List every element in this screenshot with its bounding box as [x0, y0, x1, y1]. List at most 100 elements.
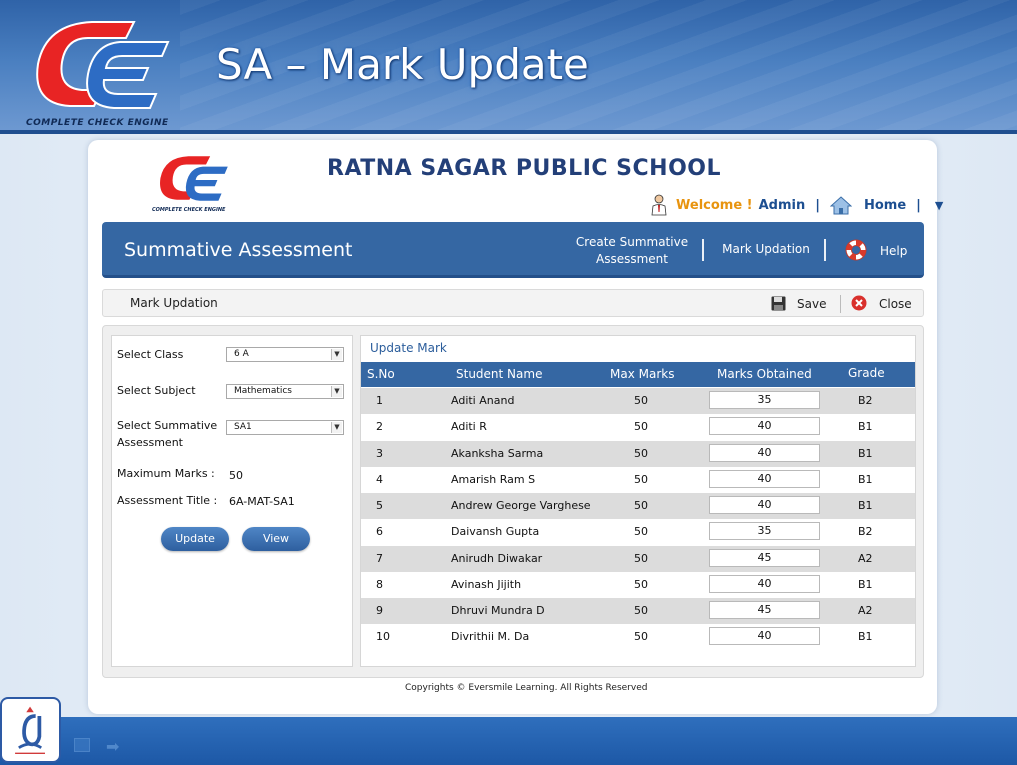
col-grade: Grade: [848, 366, 885, 380]
assessment-title-label: Assessment Title :: [117, 494, 218, 507]
save-button[interactable]: Save: [797, 297, 826, 311]
logo-caption: COMPLETE CHECK ENGINE: [26, 118, 169, 128]
table-row: 1 Aditi Anand 50 B2 35: [361, 388, 915, 414]
marks-obtained-input[interactable]: 45: [709, 601, 820, 619]
arrow-right-icon[interactable]: ➡: [106, 737, 119, 756]
marks-obtained-input[interactable]: 35: [709, 522, 820, 540]
save-icon[interactable]: [771, 296, 786, 311]
cell-grade: B1: [858, 447, 873, 460]
link-separator: |: [815, 197, 820, 213]
cell-sno: 1: [376, 394, 383, 407]
cell-grade: B1: [858, 473, 873, 486]
toolbar-divider: [840, 295, 841, 313]
cell-student-name: Aditi R: [451, 420, 487, 433]
cell-max-marks: 50: [634, 604, 648, 617]
nav-help[interactable]: Help: [880, 243, 907, 260]
slide-footer-bar: [0, 717, 1017, 765]
cell-student-name: Akanksha Sarma: [451, 447, 544, 460]
cell-student-name: Dhruvi Mundra D: [451, 604, 545, 617]
cell-max-marks: 50: [634, 394, 648, 407]
assessment-title-value: 6A-MAT-SA1: [229, 495, 295, 508]
select-sa-label-line2: Assessment: [117, 436, 183, 449]
cell-grade: A2: [858, 604, 873, 617]
marks-obtained-input[interactable]: 40: [709, 627, 820, 645]
marks-obtained-input[interactable]: 40: [709, 444, 820, 462]
user-icon: [651, 194, 667, 216]
nav-divider: [702, 239, 704, 261]
cell-sno: 10: [376, 630, 390, 643]
marks-obtained-input[interactable]: 35: [709, 391, 820, 409]
marks-obtained-input[interactable]: 45: [709, 549, 820, 567]
cell-max-marks: 50: [634, 630, 648, 643]
cell-sno: 6: [376, 525, 383, 538]
nav-mark-updation[interactable]: Mark Updation: [718, 241, 814, 258]
cell-max-marks: 50: [634, 420, 648, 433]
table-row: 10 Divrithii M. Da 50 B1 40: [361, 624, 915, 650]
close-icon[interactable]: [851, 295, 867, 311]
cell-max-marks: 50: [634, 447, 648, 460]
welcome-text: Welcome !: [676, 197, 753, 213]
select-summative-assessment-dropdown[interactable]: SA1 ▼: [226, 420, 344, 435]
home-icon[interactable]: [829, 195, 852, 215]
cell-max-marks: 50: [634, 578, 648, 591]
action-toolbar: Mark Updation Save Close: [102, 289, 924, 317]
marks-obtained-input[interactable]: 40: [709, 575, 820, 593]
home-link[interactable]: Home: [864, 198, 906, 213]
table-row: 7 Anirudh Diwakar 50 A2 45: [361, 546, 915, 572]
cell-student-name: Daivansh Gupta: [451, 525, 540, 538]
select-subject-dropdown[interactable]: Mathematics ▼: [226, 384, 344, 399]
panel-title: Update Mark: [370, 341, 447, 355]
cell-sno: 2: [376, 420, 383, 433]
cell-max-marks: 50: [634, 499, 648, 512]
user-name-link[interactable]: Admin: [759, 198, 806, 213]
nav-create-line1: Create Summative: [575, 235, 689, 249]
module-title: Summative Assessment: [124, 239, 353, 261]
cell-max-marks: 50: [634, 552, 648, 565]
toolbar-title: Mark Updation: [130, 296, 218, 310]
select-class-dropdown[interactable]: 6 A ▼: [226, 347, 344, 362]
cell-sno: 5: [376, 499, 383, 512]
marks-obtained-input[interactable]: 40: [709, 470, 820, 488]
table-row: 8 Avinash Jijith 50 B1 40: [361, 572, 915, 598]
cell-grade: B1: [858, 420, 873, 433]
cell-sno: 8: [376, 578, 383, 591]
table-row: 9 Dhruvi Mundra D 50 A2 45: [361, 598, 915, 624]
cell-sno: 9: [376, 604, 383, 617]
link-separator-2: |: [916, 197, 921, 213]
cell-grade: B1: [858, 578, 873, 591]
slide-nav-icon[interactable]: [74, 738, 90, 752]
chevron-down-icon: ▼: [331, 386, 342, 397]
lifebuoy-help-icon[interactable]: [844, 238, 868, 262]
cell-student-name: Andrew George Varghese: [451, 499, 591, 512]
cell-student-name: Aditi Anand: [451, 394, 515, 407]
user-links: Welcome ! Admin | Home | ▼: [650, 192, 943, 218]
update-button[interactable]: Update: [161, 527, 229, 551]
cell-grade: B1: [858, 630, 873, 643]
cell-grade: A2: [858, 552, 873, 565]
marks-obtained-input[interactable]: 40: [709, 496, 820, 514]
cce-logo-small: [160, 156, 228, 201]
nav-create-summative-assessment[interactable]: Create Summative Assessment: [574, 234, 690, 268]
nav-divider: [824, 239, 826, 261]
table-row: 4 Amarish Ram S 50 B1 40: [361, 467, 915, 493]
logo-caption-small: COMPLETE CHECK ENGINE: [152, 207, 226, 213]
cell-sno: 7: [376, 552, 383, 565]
eversmile-logo: [0, 697, 61, 763]
chevron-down-icon[interactable]: ▼: [935, 199, 943, 212]
cell-student-name: Anirudh Diwakar: [451, 552, 543, 565]
school-name: RATNA SAGAR PUBLIC SCHOOL: [327, 156, 722, 181]
chevron-down-icon: ▼: [331, 349, 342, 360]
copyright-text: Copyrights © Eversmile Learning. All Rig…: [405, 683, 648, 693]
table-row: 2 Aditi R 50 B1 40: [361, 414, 915, 440]
cell-max-marks: 50: [634, 473, 648, 486]
view-button[interactable]: View: [242, 527, 310, 551]
cell-sno: 3: [376, 447, 383, 460]
close-button[interactable]: Close: [879, 297, 912, 311]
marks-obtained-input[interactable]: 40: [709, 417, 820, 435]
cell-student-name: Avinash Jijith: [451, 578, 522, 591]
nav-create-line2: Assessment: [596, 252, 668, 266]
table-row: 5 Andrew George Varghese 50 B1 40: [361, 493, 915, 519]
learning-logo-icon: [15, 706, 45, 755]
select-class-label: Select Class: [117, 348, 184, 361]
maximum-marks-value: 50: [229, 469, 243, 482]
